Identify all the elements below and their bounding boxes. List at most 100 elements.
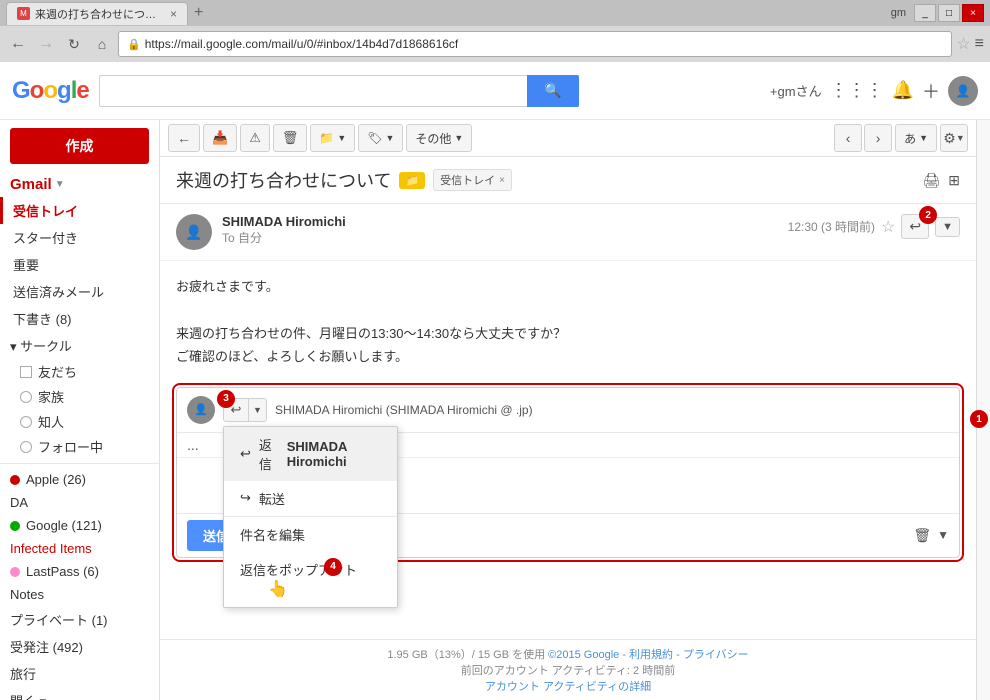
sidebar-item-sent[interactable]: 送信済みメール [0, 278, 159, 305]
window-maximize-btn[interactable]: □ [938, 4, 960, 22]
sidebar-item-drafts[interactable]: 下書き (8) [0, 305, 159, 332]
more-actions-btn[interactable]: その他 ▼ [406, 124, 472, 152]
more-email-actions-btn[interactable]: ▼ [935, 217, 960, 237]
sidebar-item-acquaintance[interactable]: 知人 [0, 409, 159, 434]
remove-inbox-tag-btn[interactable]: × [499, 175, 505, 186]
search-input[interactable] [99, 75, 527, 107]
right-scrollbar[interactable]: 1 [976, 120, 990, 700]
inbox-tag: 受信トレイ × [433, 169, 512, 191]
window-minimize-btn[interactable]: _ [914, 4, 936, 22]
sidebar-item-following[interactable]: フォロー中 [0, 434, 159, 459]
next-email-btn[interactable]: › [864, 124, 892, 152]
sender-name: SHIMADA Hiromichi [222, 214, 778, 229]
sidebar-item-notes[interactable]: Notes [0, 583, 159, 606]
sidebar-item-friends[interactable]: 友だち [0, 359, 159, 384]
email-subject-bar: 来週の打ち合わせについて 📁 受信トレイ × 🖨 ⊞ [160, 157, 976, 204]
email-time: 12:30 (3 時間前) [788, 218, 875, 235]
email-subject-title: 来週の打ち合わせについて [176, 167, 391, 193]
forward-icon: ↪ [240, 490, 251, 506]
email-meta: SHIMADA Hiromichi To 自分 [222, 214, 778, 246]
move-to-btn[interactable]: 📁 ▼ [310, 124, 355, 152]
header-right: +gmさん ⋮⋮⋮ 🔔 ＋ 👤 [770, 76, 978, 106]
sidebar-item-private[interactable]: プライベート (1) [0, 606, 159, 633]
google-dot-icon [10, 521, 20, 531]
notifications-icon[interactable]: 🔔 [892, 80, 914, 101]
tab-favicon: M [17, 7, 30, 20]
user-avatar[interactable]: 👤 [948, 76, 978, 106]
sidebar-item-infected-items[interactable]: Infected Items [0, 537, 159, 560]
dropdown-item-reply[interactable]: ↩ 返信 SHIMADA Hiromichi [224, 427, 397, 481]
label-btn[interactable]: 🏷 ▼ [358, 124, 403, 152]
compose-button[interactable]: 作成 [10, 128, 149, 164]
prev-email-btn[interactable]: ‹ [834, 124, 862, 152]
reply-compose-area: 👤 3 ↩ ▼ ↩ 返信 SHIMADA Hiromichi [176, 387, 960, 558]
url-text: https://mail.google.com/mail/u/0/#inbox/… [145, 37, 944, 51]
sidebar-item-important[interactable]: 重要 [0, 251, 159, 278]
badge-2: 2 [919, 206, 937, 224]
forward-btn[interactable]: → [34, 32, 58, 56]
sidebar: 作成 Gmail ▼ 受信トレイ スター付き 重要 送信済みメール 下書き (8… [0, 120, 160, 700]
url-bar[interactable]: 🔒 https://mail.google.com/mail/u/0/#inbo… [118, 31, 952, 57]
new-tab-btn[interactable]: + [194, 4, 203, 22]
back-to-inbox-btn[interactable]: ← [168, 124, 200, 152]
sidebar-item-da[interactable]: DA [0, 491, 159, 514]
lang-btn[interactable]: あ ▼ [895, 124, 937, 152]
gmail-header: Google 🔍 +gmさん ⋮⋮⋮ 🔔 ＋ 👤 [0, 62, 990, 120]
sidebar-item-lastpass[interactable]: LastPass (6) [0, 560, 159, 583]
star-email-icon[interactable]: ☆ [881, 217, 895, 237]
search-form: 🔍 [99, 75, 579, 107]
dropdown-item-edit-subject[interactable]: 件名を編集 [224, 517, 397, 552]
reply-dropdown-toggle[interactable]: ▼ [249, 398, 267, 422]
report-spam-btn[interactable]: ⚠ [240, 124, 270, 152]
reply-to-text: SHIMADA Hiromichi (SHIMADA Hiromichi @ .… [275, 403, 533, 417]
delete-draft-btn[interactable]: 🗑 [913, 527, 931, 544]
sidebar-item-orders[interactable]: 受発注 (492) [0, 633, 159, 660]
settings-btn[interactable]: ⚙ ▼ [940, 124, 968, 152]
dropdown-item-popout-reply[interactable]: 返信をポップアウト 4 👆 [224, 552, 397, 607]
lastpass-dot-icon [10, 567, 20, 577]
bookmark-star-icon[interactable]: ☆ [956, 34, 970, 54]
apps-icon[interactable]: ⋮⋮⋮ [830, 80, 884, 101]
acquaintance-circle-icon [20, 416, 32, 428]
sidebar-item-travel[interactable]: 旅行 [0, 660, 159, 687]
sidebar-item-circles[interactable]: ▾ サークル [0, 332, 159, 359]
win-user-label: gm [891, 7, 906, 19]
reply-dropdown-menu: ↩ 返信 SHIMADA Hiromichi ↪ 転送 件名を編集 [223, 426, 398, 608]
delete-btn[interactable]: 🗑 [273, 124, 308, 152]
tab-title: 来週の打ち合わせについ... [35, 6, 165, 22]
add-account-icon[interactable]: ＋ [922, 78, 940, 104]
cursor-pointer-icon: 👆 [268, 581, 288, 598]
sidebar-item-family[interactable]: 家族 [0, 384, 159, 409]
dropdown-item-forward[interactable]: ↪ 転送 [224, 481, 397, 516]
sidebar-item-google[interactable]: Google (121) [0, 514, 159, 537]
tab-close-icon[interactable]: × [170, 7, 177, 21]
tab[interactable]: M 来週の打ち合わせについ... × [6, 2, 188, 25]
footer: 1.95 GB（13%）/ 15 GB を使用 ©2015 Google - 利… [160, 639, 976, 700]
gmail-menu-label[interactable]: Gmail ▼ [0, 172, 159, 197]
reload-btn[interactable]: ↻ [62, 32, 86, 56]
archive-btn[interactable]: 📥 [203, 124, 237, 152]
sidebar-item-starred[interactable]: スター付き [0, 224, 159, 251]
terms-link[interactable]: ©2015 Google - 利用規約 - プライバシー [548, 649, 748, 661]
browser-menu-icon[interactable]: ≡ [975, 35, 984, 53]
home-btn[interactable]: ⌂ [90, 32, 114, 56]
badge-3: 3 [217, 390, 235, 408]
email-body-line2: 来週の打ち合わせの件、月曜日の13:30～14:30なら大丈夫ですか？ [176, 322, 960, 345]
email-main: ← 📥 ⚠ 🗑 📁 ▼ 🏷 ▼ その他 ▼ ‹ › あ ▼ ⚙ ▼ 来週の打ち合… [160, 120, 976, 700]
print-icon[interactable]: 🖨 [922, 172, 940, 189]
sidebar-item-inbox[interactable]: 受信トレイ [0, 197, 159, 224]
sidebar-item-open[interactable]: 開く ▾ [0, 687, 159, 700]
search-button[interactable]: 🔍 [527, 75, 579, 107]
new-window-icon[interactable]: ⊞ [948, 172, 960, 189]
family-circle-icon [20, 391, 32, 403]
gmail-caret-icon: ▼ [55, 179, 65, 190]
activity-text: 前回のアカウント アクティビティ: 2 時間前 [461, 665, 675, 677]
sender-to: To 自分 [222, 229, 778, 246]
back-btn[interactable]: ← [6, 32, 30, 56]
following-circle-icon [20, 441, 32, 453]
activity-details-link[interactable]: アカウント アクティビティの詳細 [485, 681, 651, 693]
more-reply-options-btn[interactable]: ▼ [937, 528, 949, 542]
sidebar-item-apple[interactable]: Apple (26) [0, 468, 159, 491]
badge-4: 4 [324, 558, 342, 576]
window-close-btn[interactable]: × [962, 4, 984, 22]
